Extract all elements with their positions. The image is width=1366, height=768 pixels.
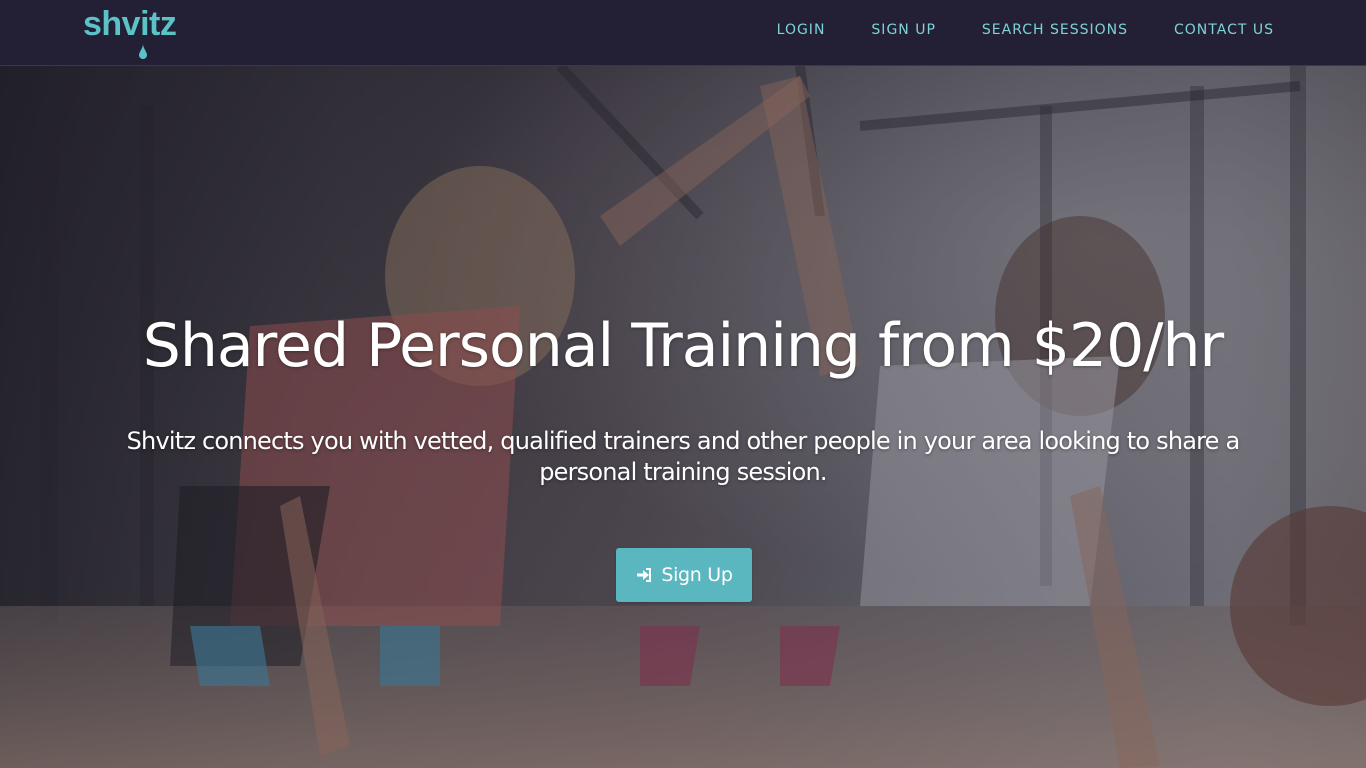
nav-signup-link[interactable]: SIGN UP bbox=[871, 22, 935, 38]
brand-logo-text: shvitz bbox=[83, 5, 177, 43]
top-navbar: shvitz LOGIN SIGN UP SEARCH SESSIONS CON… bbox=[0, 0, 1366, 66]
hero-section: Shared Personal Training from $20/hr Shv… bbox=[0, 66, 1366, 768]
signup-cta-button[interactable]: Sign Up bbox=[616, 548, 752, 602]
signup-cta-label: Sign Up bbox=[661, 564, 733, 586]
hero-title: Shared Personal Training from $20/hr bbox=[142, 311, 1224, 381]
hero-subtitle: Shvitz connects you with vetted, qualifi… bbox=[126, 427, 1241, 486]
brand-logo[interactable]: shvitz bbox=[83, 4, 177, 62]
droplet-icon bbox=[139, 44, 147, 59]
nav-contact-us-link[interactable]: CONTACT US bbox=[1174, 22, 1274, 38]
nav-login-link[interactable]: LOGIN bbox=[777, 22, 826, 38]
sign-in-icon bbox=[637, 568, 652, 582]
main-nav: LOGIN SIGN UP SEARCH SESSIONS CONTACT US bbox=[777, 0, 1274, 60]
nav-search-sessions-link[interactable]: SEARCH SESSIONS bbox=[982, 22, 1128, 38]
hero-content: Shared Personal Training from $20/hr Shv… bbox=[0, 66, 1366, 768]
